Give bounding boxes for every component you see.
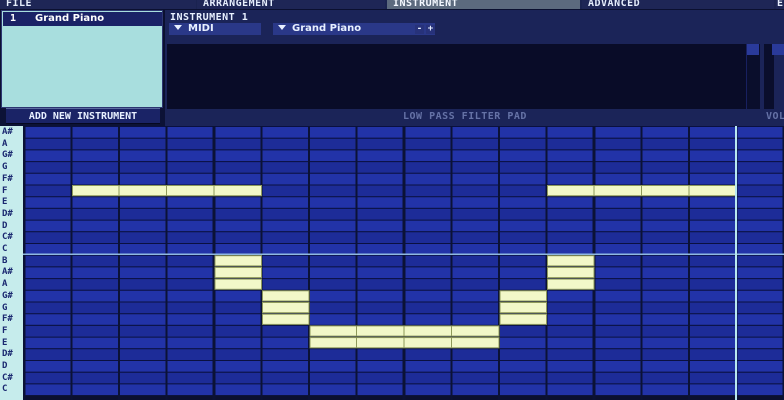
note-label: D# bbox=[2, 349, 13, 360]
preset-value: Grand Piano bbox=[292, 23, 362, 34]
note-label: E bbox=[2, 337, 8, 348]
pad-label: LOW PASS FILTER PAD bbox=[403, 111, 527, 122]
note-label: F bbox=[2, 185, 8, 196]
note-label: F# bbox=[2, 314, 13, 325]
tab-file[interactable]: FILE bbox=[0, 0, 196, 9]
note-label-column: A# A G# G F# F E D# D C# C B A# A G# G F# F E D# D C# C bbox=[0, 126, 23, 400]
note-label: G bbox=[2, 162, 8, 173]
note-label: C bbox=[2, 384, 8, 395]
note-block[interactable] bbox=[214, 266, 262, 279]
piano-roll-grid[interactable] bbox=[23, 126, 784, 400]
note-label: B bbox=[2, 255, 8, 266]
chevron-down-icon bbox=[278, 25, 286, 30]
note-label: C# bbox=[2, 232, 13, 243]
low-pass-filter-pad[interactable] bbox=[167, 44, 747, 109]
instrument-list-item[interactable]: 1 Grand Piano bbox=[3, 12, 162, 26]
note-label: G# bbox=[2, 290, 13, 301]
note-label: D bbox=[2, 220, 8, 231]
preset-select[interactable]: Grand Piano bbox=[273, 23, 435, 35]
tab-advanced[interactable]: ADVANCED bbox=[582, 0, 774, 9]
preset-next-button[interactable]: + bbox=[426, 25, 435, 34]
note-label: F# bbox=[2, 173, 13, 184]
note-block[interactable] bbox=[214, 278, 262, 290]
pad-handle[interactable] bbox=[747, 44, 759, 55]
input-type-value: MIDI bbox=[188, 23, 214, 34]
note-block[interactable] bbox=[547, 266, 595, 279]
add-new-instrument-button[interactable]: ADD NEW INSTRUMENT bbox=[6, 108, 160, 124]
tab-instrument[interactable]: INSTRUMENT bbox=[387, 0, 580, 9]
note-block[interactable] bbox=[499, 290, 547, 302]
note-label: A# bbox=[2, 267, 13, 278]
note-block[interactable] bbox=[547, 278, 595, 290]
chevron-down-icon bbox=[174, 25, 182, 30]
instrument-name: Grand Piano bbox=[35, 13, 105, 24]
instrument-number: 1 bbox=[10, 13, 17, 24]
note-label: C# bbox=[2, 372, 13, 383]
note-label: F bbox=[2, 325, 8, 336]
piano-roll-canvas[interactable] bbox=[23, 126, 784, 400]
tab-extra[interactable]: E bbox=[776, 0, 784, 9]
tab-arrangement[interactable]: ARRANGEMENT bbox=[197, 0, 385, 9]
volume-handle[interactable] bbox=[772, 44, 784, 55]
instrument-list: 1 Grand Piano bbox=[1, 10, 163, 108]
note-block[interactable] bbox=[262, 302, 310, 314]
note-block[interactable] bbox=[262, 290, 310, 302]
note-block[interactable] bbox=[262, 313, 310, 325]
input-type-select[interactable]: MIDI bbox=[169, 23, 261, 35]
note-label: E bbox=[2, 197, 8, 208]
note-label: A# bbox=[2, 127, 13, 137]
note-label: G# bbox=[2, 150, 13, 161]
menu-bar: FILE ARRANGEMENT INSTRUMENT ADVANCED E bbox=[0, 0, 784, 9]
note-label: A bbox=[2, 138, 8, 149]
note-label: A bbox=[2, 279, 8, 290]
note-label: G bbox=[2, 302, 8, 313]
note-block[interactable] bbox=[499, 313, 547, 325]
preset-prev-button[interactable]: - bbox=[415, 25, 424, 34]
note-label: D bbox=[2, 361, 8, 371]
volume-label: VOL bbox=[766, 111, 784, 122]
note-block[interactable] bbox=[547, 255, 595, 267]
instrument-title: INSTRUMENT 1 bbox=[170, 12, 249, 23]
note-block[interactable] bbox=[214, 255, 262, 267]
note-label: D# bbox=[2, 208, 13, 219]
note-block[interactable] bbox=[499, 302, 547, 314]
instrument-panel: INSTRUMENT 1 MIDI Grand Piano - + LOW PA… bbox=[165, 10, 784, 126]
note-label: C bbox=[2, 244, 8, 254]
